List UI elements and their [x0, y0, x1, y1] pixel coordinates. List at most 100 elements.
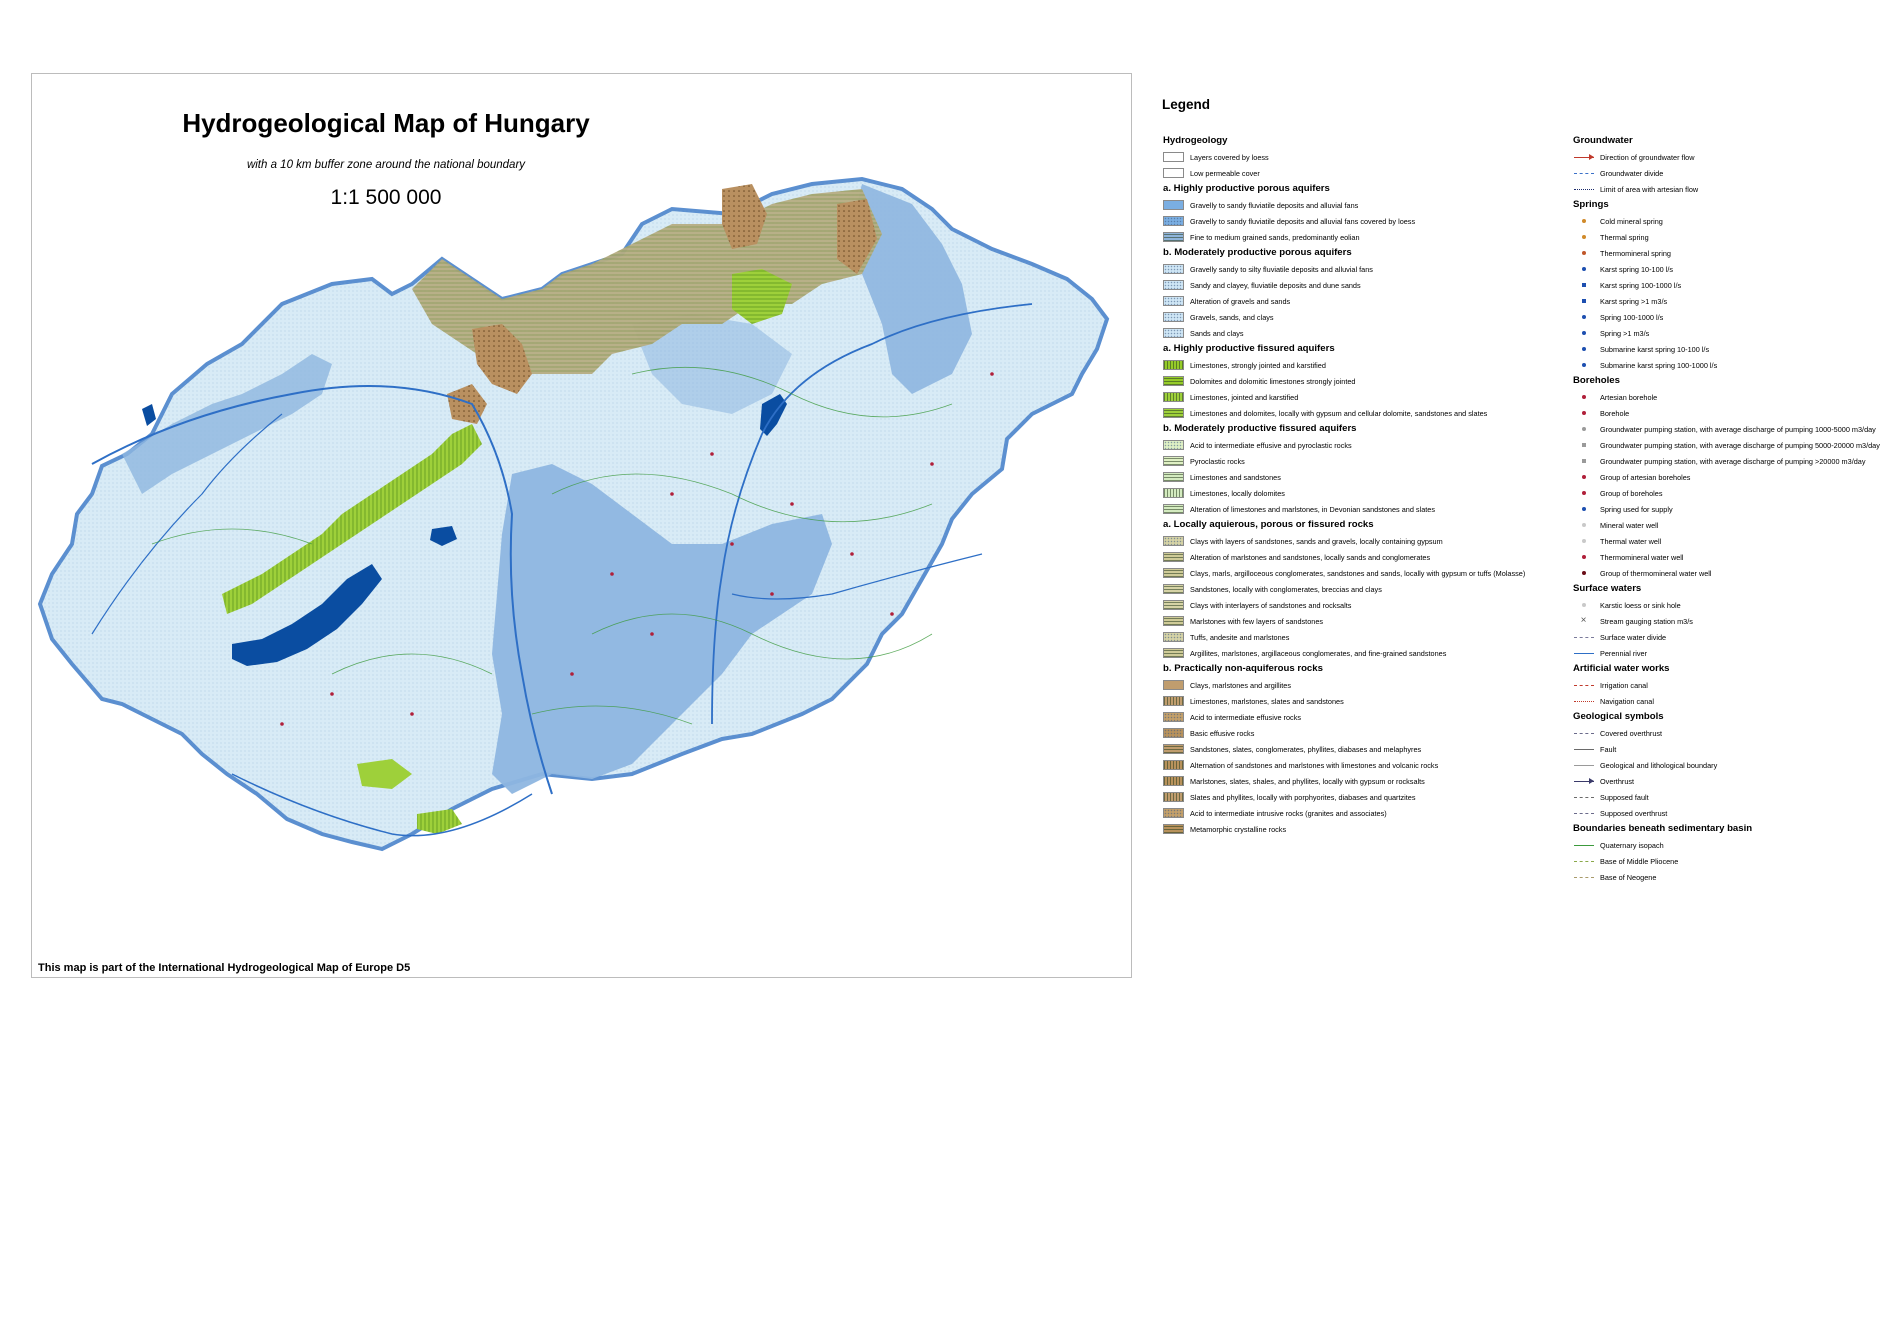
legend-item-label: Spring used for supply — [1600, 504, 1673, 514]
legend-swatch — [1163, 296, 1184, 306]
legend-item: Irrigation canal — [1573, 677, 1893, 693]
legend-line-symbol-icon — [1573, 856, 1594, 866]
legend-item-label: Artesian borehole — [1600, 392, 1658, 402]
legend-item: Surface water divide — [1573, 629, 1893, 645]
legend-section-groundwater: Groundwater — [1573, 135, 1633, 146]
legend-swatch — [1163, 792, 1184, 802]
legend-swatch — [1163, 280, 1184, 290]
legend-swatch — [1163, 312, 1184, 322]
legend-marker-icon — [1573, 232, 1594, 242]
legend-item: Group of thermomineral water well — [1573, 565, 1893, 581]
legend-swatch — [1163, 360, 1184, 370]
legend-item-label: Group of thermomineral water well — [1600, 568, 1712, 578]
legend-section-a-highly-productive-porous-aquifers: a. Highly productive porous aquifers — [1163, 183, 1330, 194]
legend-item: Borehole — [1573, 405, 1893, 421]
legend-line-symbol-icon — [1573, 632, 1594, 642]
legend-item: Direction of groundwater flow — [1573, 149, 1893, 165]
legend-item: Dolomites and dolomitic limestones stron… — [1163, 373, 1563, 389]
map-frame: Hydrogeological Map of Hungary with a 10… — [31, 73, 1132, 978]
legend-marker-icon — [1573, 552, 1594, 562]
legend-item: Limestones, marlstones, slates and sands… — [1163, 693, 1563, 709]
legend-swatch — [1163, 152, 1184, 162]
legend-marker-icon — [1573, 568, 1594, 578]
legend-swatch — [1163, 584, 1184, 594]
legend-item-label: Dolomites and dolomitic limestones stron… — [1190, 376, 1356, 386]
legend-line-symbol-icon — [1573, 184, 1594, 194]
legend-item-label: Acid to intermediate intrusive rocks (gr… — [1190, 808, 1387, 818]
legend-item: Groundwater pumping station, with averag… — [1573, 421, 1893, 437]
legend-item: Thermal spring — [1573, 229, 1893, 245]
legend-item: Metamorphic crystalline rocks — [1163, 821, 1563, 837]
legend-item: Navigation canal — [1573, 693, 1893, 709]
legend-item-label: Spring 100-1000 l/s — [1600, 312, 1664, 322]
legend-item-label: Limestones and dolomites, locally with g… — [1190, 408, 1488, 418]
legend-item: Acid to intermediate effusive rocks — [1163, 709, 1563, 725]
legend-line-symbol-icon — [1573, 760, 1594, 770]
legend-item-label: Supposed overthrust — [1600, 808, 1668, 818]
legend-swatch — [1163, 328, 1184, 338]
legend-item: Acid to intermediate effusive and pyrocl… — [1163, 437, 1563, 453]
legend-marker-icon — [1573, 408, 1594, 418]
legend-item-label: Marlstones, slates, shales, and phyllite… — [1190, 776, 1425, 786]
legend-swatch — [1163, 488, 1184, 498]
legend-marker-icon — [1573, 280, 1594, 290]
legend-marker-icon — [1573, 248, 1594, 258]
legend-item: Alteration of gravels and sands — [1163, 293, 1563, 309]
legend-item: Geological and lithological boundary — [1573, 757, 1893, 773]
legend-item-label: Cold mineral spring — [1600, 216, 1663, 226]
legend-section-surface-waters: Surface waters — [1573, 583, 1642, 594]
legend-item: Gravelly to sandy fluviatile deposits an… — [1163, 213, 1563, 229]
legend-item: Thermomineral spring — [1573, 245, 1893, 261]
legend-item-label: Sands and clays — [1190, 328, 1244, 338]
legend-item: Base of Neogene — [1573, 869, 1893, 885]
legend-item: Fine to medium grained sands, predominan… — [1163, 229, 1563, 245]
legend-item-label: Geological and lithological boundary — [1600, 760, 1718, 770]
legend-item-label: Argillites, marlstones, argillaceous con… — [1190, 648, 1447, 658]
legend-line-symbol-icon — [1573, 152, 1594, 162]
legend-marker-icon — [1573, 488, 1594, 498]
legend-item-label: Perennial river — [1600, 648, 1648, 658]
legend-item: Spring >1 m3/s — [1573, 325, 1893, 341]
legend-item-label: Limit of area with artesian flow — [1600, 184, 1699, 194]
legend-column-symbols: Groundwater Direction of groundwater flow… — [1573, 133, 1893, 885]
legend-item: Gravels, sands, and clays — [1163, 309, 1563, 325]
legend-item-label: Clays, marls, argilloceous conglomerates… — [1190, 568, 1526, 578]
legend-item-label: Surface water divide — [1600, 632, 1667, 642]
legend-marker-icon — [1573, 216, 1594, 226]
legend-item: Covered overthrust — [1573, 725, 1893, 741]
legend-item: Sandy and clayey, fluviatile deposits an… — [1163, 277, 1563, 293]
legend-marker-icon: × — [1580, 615, 1587, 626]
legend-item-label: Irrigation canal — [1600, 680, 1648, 690]
legend-item-label: Stream gauging station m3/s — [1600, 616, 1693, 626]
legend-swatch — [1163, 824, 1184, 834]
legend-item-label: Karst spring 100-1000 l/s — [1600, 280, 1682, 290]
legend-line-symbol-icon — [1573, 168, 1594, 178]
legend-marker-icon — [1573, 440, 1594, 450]
legend-item: Limestones and sandstones — [1163, 469, 1563, 485]
map-scale: 1:1 500 000 — [330, 186, 442, 209]
legend-item-label: Limestones, jointed and karstified — [1190, 392, 1299, 402]
legend-item-label: Layers covered by loess — [1190, 152, 1269, 162]
legend-item: Tuffs, andesite and marlstones — [1163, 629, 1563, 645]
lake-ferto — [142, 404, 156, 426]
legend-swatch — [1163, 616, 1184, 626]
legend-marker-icon — [1573, 536, 1594, 546]
legend-item-label: Acid to intermediate effusive rocks — [1190, 712, 1301, 722]
legend-item-label: Mineral water well — [1600, 520, 1659, 530]
legend-section-springs: Springs — [1573, 199, 1609, 210]
map-subtitle: with a 10 km buffer zone around the nati… — [246, 159, 526, 171]
legend-item-label: Limestones, locally dolomites — [1190, 488, 1285, 498]
legend-item-label: Alteration of limestones and marlstones,… — [1190, 504, 1435, 514]
legend-item: Limestones, locally dolomites — [1163, 485, 1563, 501]
legend-item: Limestones and dolomites, locally with g… — [1163, 405, 1563, 421]
legend-item: Groundwater divide — [1573, 165, 1893, 181]
legend-item-label: Covered overthrust — [1600, 728, 1663, 738]
legend-item: Limestones, strongly jointed and karstif… — [1163, 357, 1563, 373]
legend-swatch — [1163, 744, 1184, 754]
legend-swatch — [1163, 680, 1184, 690]
legend-item: Karst spring 10-100 l/s — [1573, 261, 1893, 277]
legend-swatch — [1163, 216, 1184, 226]
legend-swatch — [1163, 472, 1184, 482]
legend-item-label: Low permeable cover — [1190, 168, 1260, 178]
legend-item-label: Alteration of gravels and sands — [1190, 296, 1291, 306]
